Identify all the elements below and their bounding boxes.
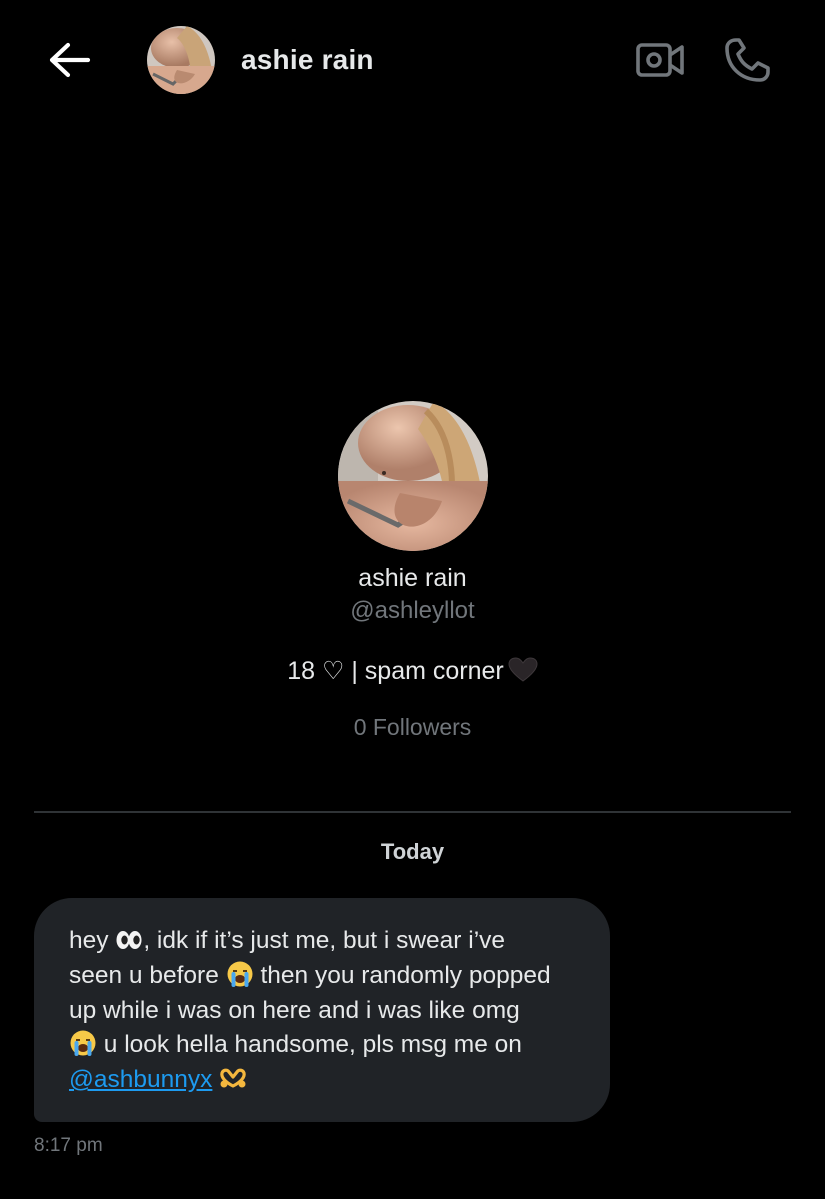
divider <box>34 811 791 813</box>
phone-icon <box>725 38 770 82</box>
header-avatar[interactable] <box>147 26 215 94</box>
conversation-header: ashie rain <box>0 0 825 122</box>
heart-hands-emoji <box>219 1064 247 1092</box>
message-line: u look hella handsome, pls msg me on <box>69 1028 580 1063</box>
eyes-emoji <box>115 925 143 953</box>
date-separator: Today <box>380 839 445 864</box>
black-heart-emoji <box>508 657 538 683</box>
profile-bio-text: 18 ♡ | spam corner <box>287 657 504 685</box>
follower-count[interactable]: 0 Followers <box>0 714 825 741</box>
received-message-bubble[interactable]: hey , idk if it’s just me, but i swear i… <box>34 898 610 1122</box>
video-call-icon <box>636 43 684 77</box>
message-timestamp: 8:17 pm <box>34 1135 103 1156</box>
header-title: ashie rain <box>241 44 374 75</box>
profile-bio: 18 ♡ | spam corner <box>0 656 825 686</box>
avatar-photo <box>338 401 488 551</box>
message-text: hey <box>69 927 116 954</box>
message-line: up while i was on here and i was like om… <box>69 996 520 1024</box>
message-line: @ashbunnyx <box>69 1063 580 1098</box>
message-text: then you randomly popped <box>253 961 551 989</box>
voice-call-button[interactable] <box>720 34 774 86</box>
avatar-photo <box>147 26 215 94</box>
message-line: seen u before then you randomly popped <box>69 959 580 994</box>
video-call-button[interactable] <box>633 36 687 84</box>
crying-face-emoji <box>226 960 254 988</box>
profile-avatar[interactable] <box>338 401 488 551</box>
message-line: hey , idk if it’s just me, but i swear i… <box>69 924 580 959</box>
profile-handle: @ashleyllot <box>350 597 475 624</box>
crying-face-emoji <box>69 1029 97 1057</box>
message-text: , idk if it’s just me, but i swear i’ve <box>143 927 506 954</box>
profile-name: ashie rain <box>358 564 467 592</box>
message-text: seen u before <box>69 961 226 989</box>
mention-link[interactable]: @ashbunnyx <box>69 1066 212 1093</box>
dm-conversation-screen: ashie rain ashie rain @ashleyllot 18 ♡ |… <box>0 0 825 1199</box>
back-button[interactable] <box>44 38 96 82</box>
back-arrow-icon <box>49 42 91 78</box>
message-text: u look hella handsome, pls msg me on <box>97 1031 522 1059</box>
